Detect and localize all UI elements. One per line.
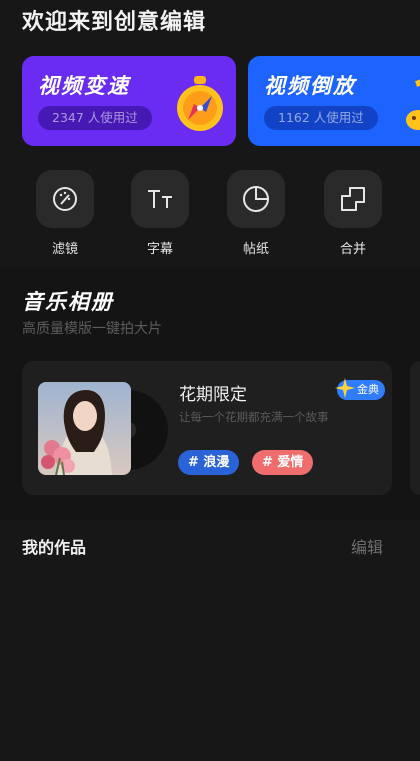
video-speed-title: 视频变速: [38, 74, 130, 98]
tool-sticker[interactable]: 帖纸: [221, 170, 291, 257]
video-speed-card[interactable]: 视频变速 2347 人使用过: [22, 56, 236, 146]
tag-love[interactable]: # 爱情: [252, 450, 314, 475]
subtitle-label: 字幕: [146, 242, 173, 257]
album-template-card[interactable]: 花期限定 金典 让每一个花期都充满一个故事 # 浪漫 # 爱情: [22, 361, 392, 495]
video-reverse-card[interactable]: 视频倒放 1162 人使用过: [248, 56, 420, 146]
filter-button[interactable]: [36, 170, 94, 228]
my-works-title: 我的作品: [22, 538, 87, 557]
video-speed-usage-count: 2347 人使用过: [38, 106, 152, 130]
tool-filter[interactable]: 滤镜: [30, 170, 100, 257]
gold-classic-badge: 金典: [335, 378, 385, 400]
sticker-label: 帖纸: [242, 242, 269, 257]
next-album-card[interactable]: [410, 361, 420, 495]
merge-icon: [341, 187, 365, 211]
stopwatch-icon: [177, 76, 223, 131]
tool-merge[interactable]: 合并: [318, 170, 388, 257]
music-album-section: 音乐相册 高质量模版一键拍大片 花期限定 金典 让每一个花期都充满一个故事 # …: [0, 268, 420, 520]
video-reverse-usage-count: 1162 人使用过: [264, 106, 378, 130]
gold-badge-label: 金典: [357, 383, 379, 396]
music-album-title: 音乐相册: [22, 290, 114, 314]
filter-label: 滤镜: [51, 242, 78, 257]
my-works-section: 我的作品 编辑: [0, 520, 420, 761]
merge-button[interactable]: [324, 170, 382, 228]
sticker-button[interactable]: [227, 170, 285, 228]
merge-label: 合并: [339, 242, 366, 257]
subtitle-button[interactable]: [131, 170, 189, 228]
tools-row: 滤镜 字幕 帖纸 合并: [0, 170, 420, 260]
edit-button[interactable]: 编辑: [351, 534, 383, 558]
sparkle-icon: [335, 378, 355, 398]
album-name: 花期限定: [179, 385, 247, 405]
album-description: 让每一个花期都充满一个故事: [179, 410, 329, 424]
page-title: 欢迎来到创意编辑: [22, 10, 207, 35]
tag-romance[interactable]: # 浪漫: [178, 450, 240, 475]
album-cover-image: [38, 382, 131, 475]
feature-cards: 视频变速 2347 人使用过 视频倒放 1162 人使用过: [22, 56, 420, 146]
text-size-icon: [148, 190, 172, 208]
tool-subtitle[interactable]: 字幕: [125, 170, 195, 257]
album-cover-group: [38, 382, 168, 475]
sticker-icon: [243, 185, 270, 212]
magic-wand-icon: [53, 187, 77, 211]
music-note-icon: [406, 79, 420, 130]
video-reverse-title: 视频倒放: [264, 74, 356, 98]
music-album-subtitle: 高质量模版一键拍大片: [22, 321, 162, 337]
